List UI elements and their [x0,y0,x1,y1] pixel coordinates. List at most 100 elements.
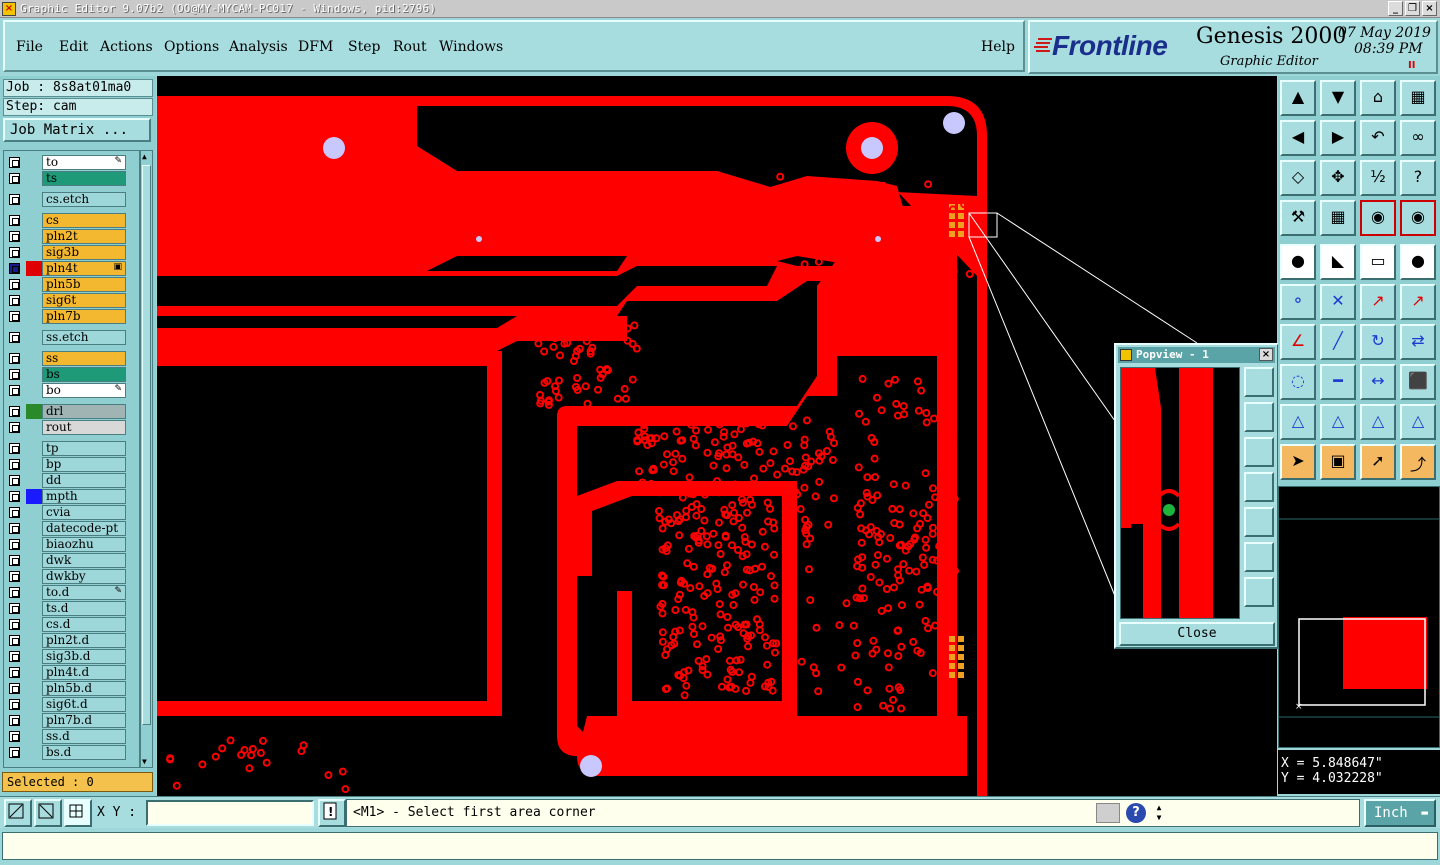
layer-row-cs-etch[interactable]: cs.etch [6,192,128,207]
zoom-area-icon[interactable] [4,799,32,827]
layer-checkbox[interactable] [9,635,20,646]
layer-row-bs[interactable]: bs [6,367,128,382]
layer-color-swatch[interactable] [26,293,42,308]
layer-name[interactable]: pln5b [42,277,126,292]
layer-checkbox[interactable] [9,231,20,242]
layer-row-bp[interactable]: bp [6,457,128,472]
fit-all-icon[interactable]: ◇ [1280,160,1316,196]
layer-name[interactable]: mpth [42,489,126,504]
layer-color-swatch[interactable] [26,383,42,398]
scroll-thumb[interactable] [142,165,151,725]
select-box-icon[interactable]: ▣ [1320,444,1356,480]
menu-windows[interactable]: Windows [439,39,503,55]
layer-checkbox[interactable] [9,263,20,274]
layer-checkbox[interactable] [9,507,20,518]
layer-name[interactable]: pln7b [42,309,126,324]
layer-checkbox[interactable] [9,491,20,502]
zoom-back-icon[interactable]: ↶ [1360,120,1396,156]
layer-row-pln2t[interactable]: pln2t [6,229,128,244]
layer-checkbox[interactable] [9,247,20,258]
compare-icon[interactable]: ◉ [1400,200,1436,236]
zoom-1-2-icon[interactable]: ½ [1360,160,1396,196]
layer-name[interactable]: dwkby [42,569,126,584]
layer-color-swatch[interactable] [26,633,42,648]
layer-color-swatch[interactable] [26,505,42,520]
layer-color-swatch[interactable] [26,330,42,345]
popview-pan-right-icon[interactable] [1244,507,1274,537]
layer-row-sig6t[interactable]: sig6t [6,293,128,308]
alert-icon[interactable]: ! [318,799,346,827]
layer-color-swatch[interactable] [26,585,42,600]
layer-name[interactable]: ss.d [42,729,126,744]
pcb-layout[interactable] [157,76,1277,796]
layer-name[interactable]: pln2t [42,229,126,244]
pan-down-icon[interactable]: ▼ [1320,80,1356,116]
popview-close-button[interactable]: Close [1119,622,1275,646]
layer-name[interactable]: datecode-pt [42,521,126,536]
select-all-icon[interactable]: ➚ [1360,444,1396,480]
menu-edit[interactable]: Edit [59,39,88,55]
layer-checkbox[interactable] [9,173,20,184]
menu-options[interactable]: Options [164,39,219,55]
menu-actions[interactable]: Actions [100,39,153,55]
layer-row-datecode-pt[interactable]: datecode-pt [6,521,128,536]
layer-row-cvia[interactable]: cvia [6,505,128,520]
layer-row-sig3b-d[interactable]: sig3b.d [6,649,128,664]
layer-name[interactable]: ts [42,171,126,186]
layer-color-swatch[interactable] [26,713,42,728]
snap-center-icon[interactable]: ● [1280,244,1316,280]
menu-step[interactable]: Step [348,39,380,55]
menu-analysis[interactable]: Analysis [229,39,288,55]
menu-rout[interactable]: Rout [393,39,427,55]
layer-row-dwkby[interactable]: dwkby [6,569,128,584]
shapes-icon[interactable]: ⬛ [1400,364,1436,400]
layer-row-pln5b-d[interactable]: pln5b.d [6,681,128,696]
dash-icon[interactable]: ━ [1320,364,1356,400]
popview-viewport[interactable] [1120,367,1240,619]
layer-color-swatch[interactable] [26,569,42,584]
layer-color-swatch[interactable] [26,665,42,680]
layer-name[interactable]: drl [42,404,126,419]
layer-row-rout[interactable]: rout [6,420,128,435]
cross-icon[interactable]: ✕ [1320,284,1356,320]
layer-name[interactable]: to ✎ [42,155,126,170]
zoom-box-icon[interactable] [34,799,62,827]
scroll-down-icon[interactable]: ▼ [142,757,147,766]
layer-color-swatch[interactable] [26,404,42,419]
layer-name[interactable]: bo ✎ [42,383,126,398]
layer-name[interactable]: tp [42,441,126,456]
popview-zoom-out-icon[interactable] [1244,577,1274,607]
layer-checkbox[interactable] [9,279,20,290]
layer-row-sig3b[interactable]: sig3b [6,245,128,260]
layer-row-biaozhu[interactable]: biaozhu [6,537,128,552]
layer-row-pln7b[interactable]: pln7b [6,309,128,324]
layer-checkbox[interactable] [9,194,20,205]
layer-row-tp[interactable]: tp [6,441,128,456]
popview-pan-up-icon[interactable] [1244,402,1274,432]
layer-checkbox[interactable] [9,699,20,710]
layer-name[interactable]: biaozhu [42,537,126,552]
layer-checkbox[interactable] [9,422,20,433]
layer-row-to-d[interactable]: to.d ✎ [6,585,128,600]
line-blue-icon[interactable]: ↗ [1400,284,1436,320]
scroll-up-icon[interactable]: ▲ [142,152,147,161]
layer-row-pln5b[interactable]: pln5b [6,277,128,292]
layer-name[interactable]: to.d ✎ [42,585,126,600]
layer-color-swatch[interactable] [26,261,42,276]
layer-row-pln4t[interactable]: pln4t ▣ [6,261,128,276]
layer-row-mpth[interactable]: mpth [6,489,128,504]
layer-name[interactable]: pln5b.d [42,681,126,696]
layer-color-swatch[interactable] [26,489,42,504]
layer-checkbox[interactable] [9,603,20,614]
layer-color-swatch[interactable] [26,617,42,632]
keyboard-icon[interactable] [1096,803,1120,823]
pan-left-icon[interactable]: ◀ [1280,120,1316,156]
restore-icon[interactable]: ❐ [1405,1,1420,16]
layer-color-swatch[interactable] [26,155,42,170]
layer-row-bo[interactable]: bo ✎ [6,383,128,398]
layer-row-sig6t-d[interactable]: sig6t.d [6,697,128,712]
popview-zoom-in-icon[interactable] [1244,542,1274,572]
home-icon[interactable]: ⌂ [1360,80,1396,116]
layer-name[interactable]: cs.d [42,617,126,632]
route-icon[interactable]: ⤴ [1400,444,1436,480]
